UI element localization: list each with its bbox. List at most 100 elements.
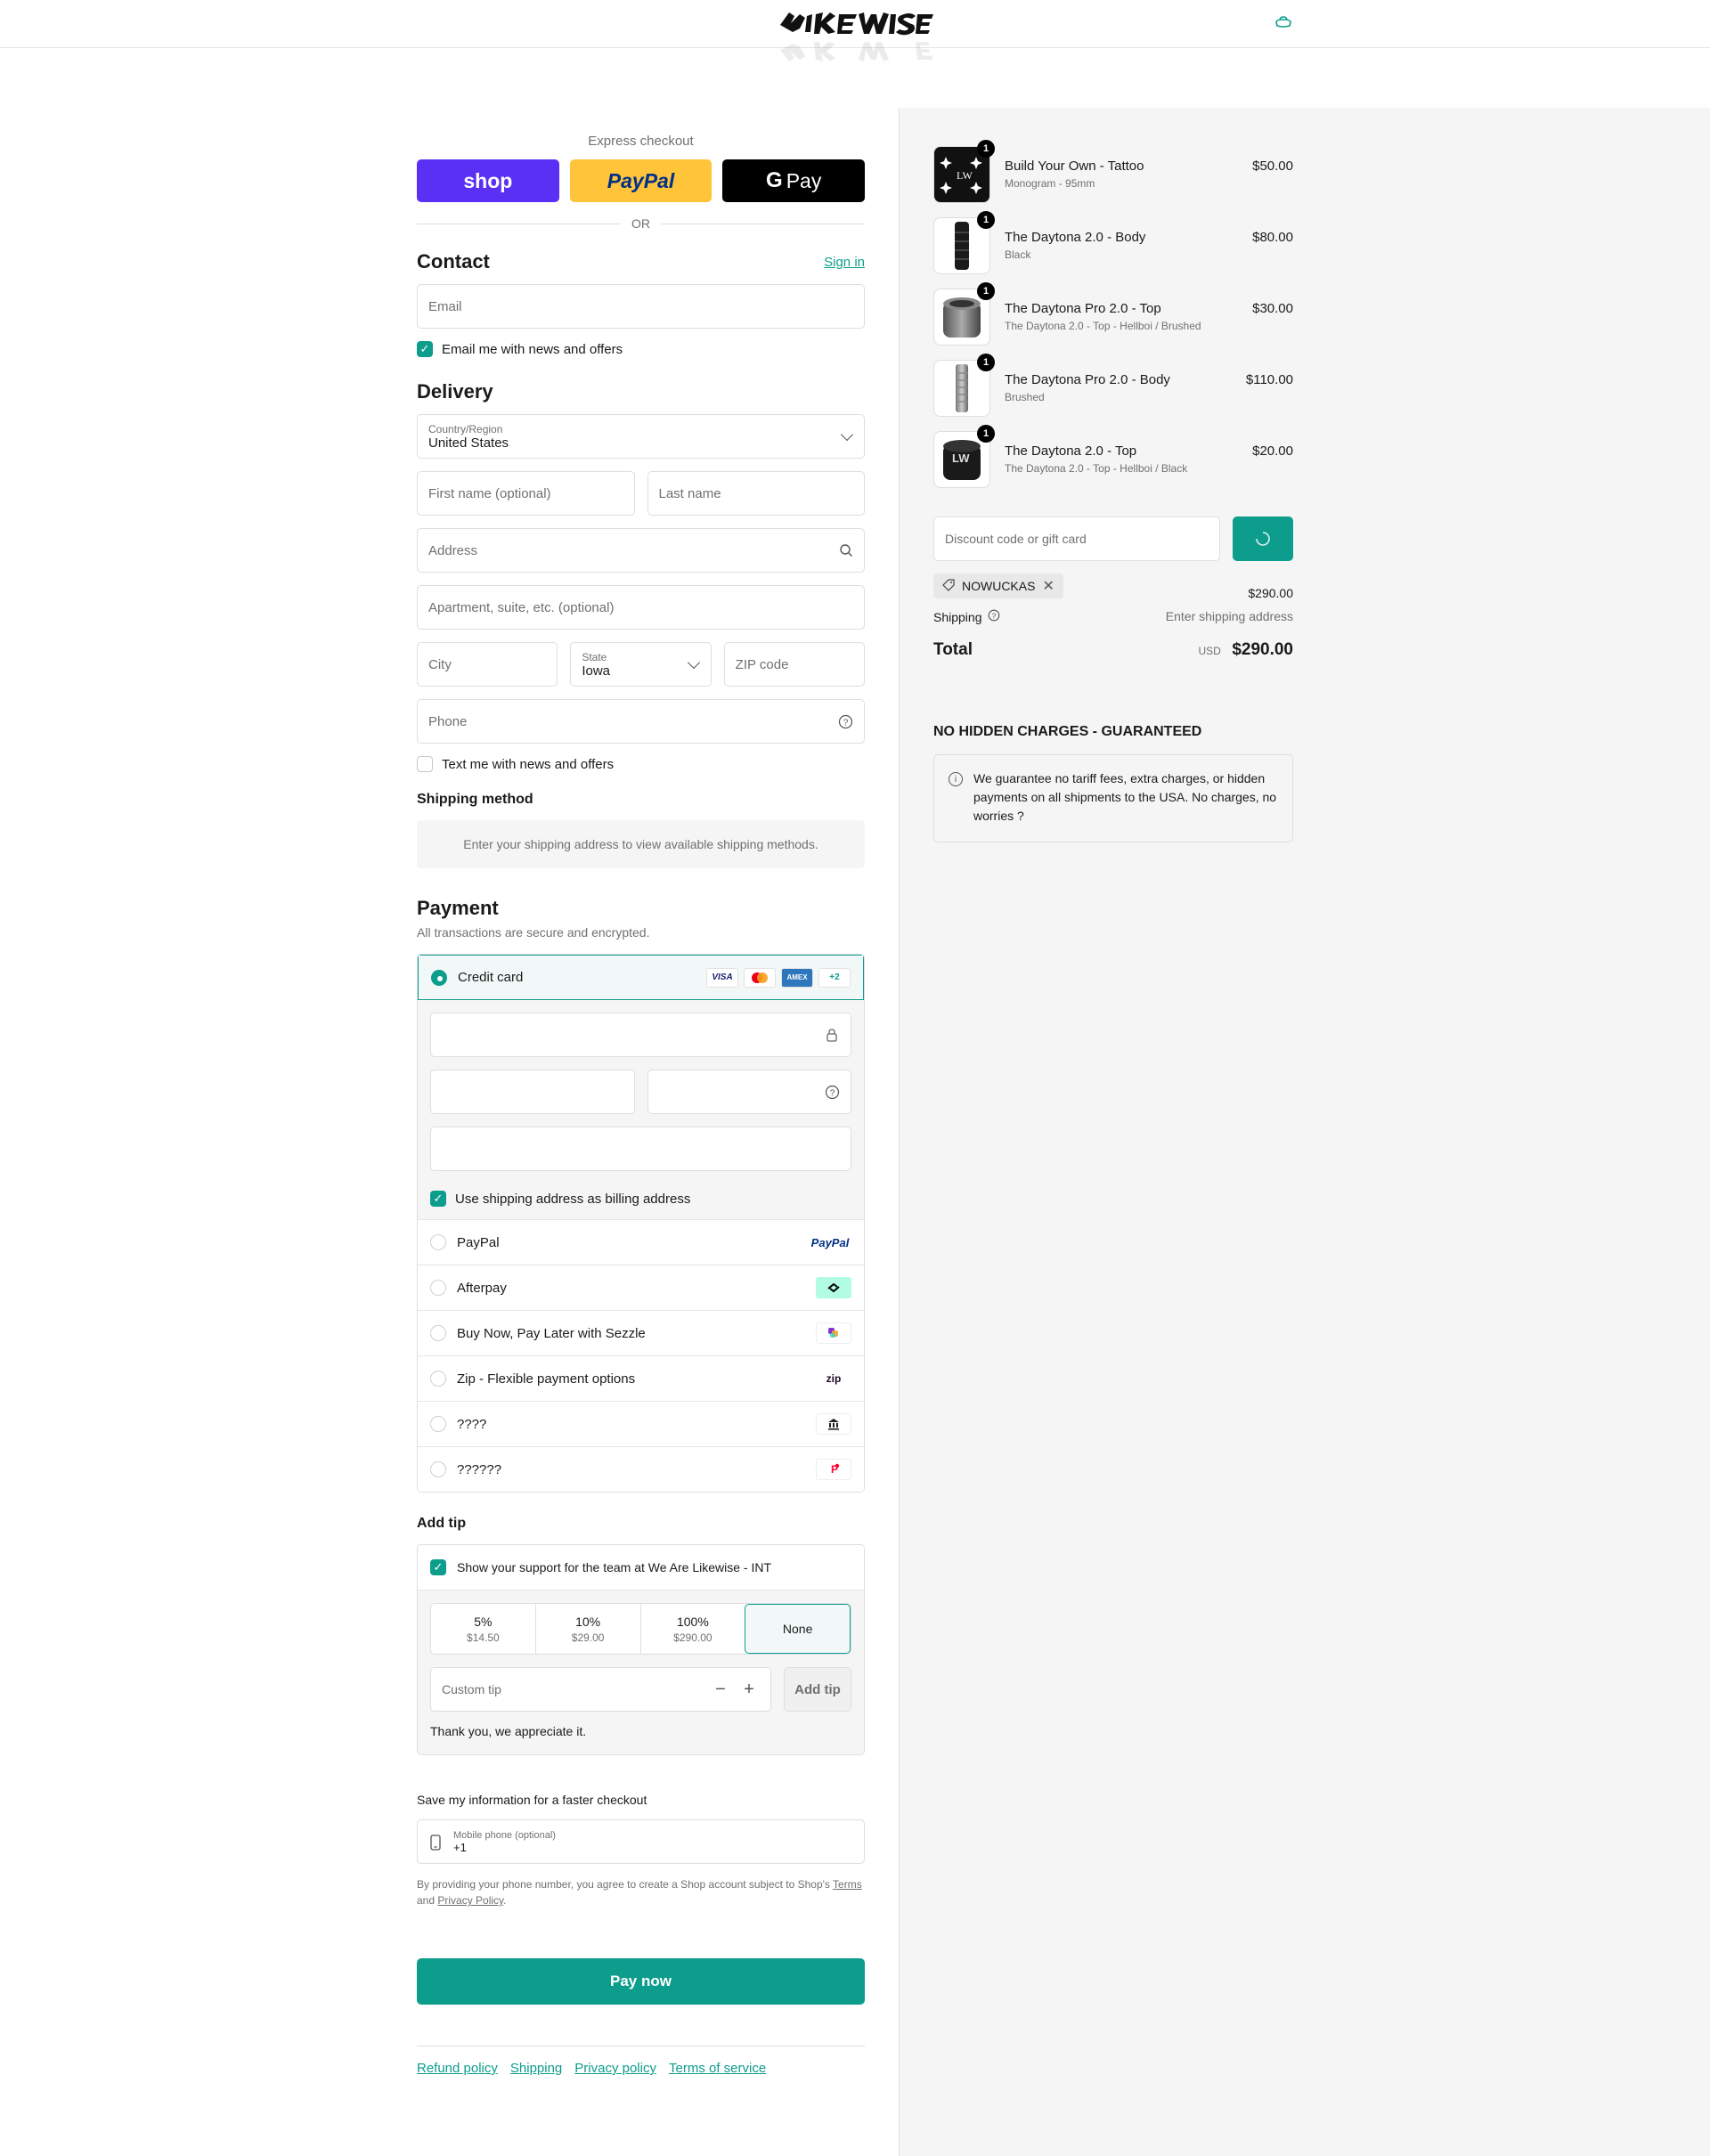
tip-body: 5% $14.50 10% $29.00 100% $290.00 None C… bbox=[418, 1590, 864, 1754]
zip-option[interactable]: Zip - Flexible payment options zip bbox=[418, 1355, 864, 1401]
tip-amount: $14.50 bbox=[467, 1631, 500, 1644]
zip-placeholder: ZIP code bbox=[735, 656, 789, 672]
apply-discount-button[interactable] bbox=[1233, 517, 1293, 561]
mobile-phone-field[interactable]: Mobile phone (optional) +1 bbox=[417, 1819, 865, 1864]
tip-option-10[interactable]: 10% $29.00 bbox=[534, 1604, 640, 1654]
state-value: Iowa bbox=[582, 663, 611, 679]
tip-support-row[interactable]: ✓ Show your support for the team at We A… bbox=[418, 1545, 864, 1590]
last-name-field[interactable]: Last name bbox=[647, 471, 865, 516]
last-name-placeholder: Last name bbox=[658, 485, 721, 501]
email-placeholder: Email bbox=[428, 298, 462, 314]
svg-text:?: ? bbox=[991, 612, 996, 620]
shopping-bag-icon[interactable] bbox=[1274, 14, 1293, 34]
help-icon[interactable]: ? bbox=[825, 1085, 840, 1103]
paypal-radio[interactable] bbox=[430, 1234, 446, 1250]
product-image: 1 bbox=[933, 282, 995, 346]
paypal-option[interactable]: PayPal PayPal bbox=[418, 1219, 864, 1265]
express-checkout-label: Express checkout bbox=[588, 134, 694, 149]
help-icon[interactable]: ? bbox=[988, 609, 1000, 624]
shipping-method-title: Shipping method bbox=[417, 792, 533, 807]
amex-icon: AMEX bbox=[781, 967, 813, 988]
shipping-method-note: Enter your shipping address to view avai… bbox=[417, 820, 865, 868]
card-number-field[interactable] bbox=[430, 1013, 851, 1057]
bank-option[interactable]: ???? bbox=[418, 1401, 864, 1446]
add-tip-title: Add tip bbox=[417, 1516, 467, 1531]
tip-pct: None bbox=[782, 1622, 813, 1636]
lock-icon bbox=[826, 1028, 838, 1045]
tip-thanks: Thank you, we appreciate it. bbox=[430, 1724, 587, 1738]
minus-icon[interactable]: − bbox=[710, 1680, 731, 1700]
pay-now-button[interactable]: Pay now bbox=[417, 1958, 865, 2005]
sezzle-option[interactable]: Buy Now, Pay Later with Sezzle bbox=[418, 1310, 864, 1355]
svg-text:LW: LW bbox=[952, 452, 970, 465]
paypal-label: PayPal bbox=[457, 1234, 500, 1250]
discount-input[interactable]: Discount code or gift card bbox=[933, 517, 1220, 561]
country-select[interactable]: Country/Region United States bbox=[417, 414, 865, 459]
city-field[interactable]: City bbox=[417, 642, 558, 687]
email-news-row[interactable]: ✓ Email me with news and offers bbox=[417, 341, 865, 357]
terms-of-service-link[interactable]: Terms of service bbox=[669, 2061, 766, 2076]
brand-logo[interactable] bbox=[777, 5, 933, 84]
paypay-radio[interactable] bbox=[430, 1461, 446, 1477]
payment-title: Payment bbox=[417, 897, 499, 919]
refund-policy-link[interactable]: Refund policy bbox=[417, 2061, 498, 2076]
payment-methods: Credit card VISA AMEX +2 ? ✓ Use shippin… bbox=[417, 954, 865, 1493]
zip-field[interactable]: ZIP code bbox=[723, 642, 865, 687]
help-icon[interactable]: ? bbox=[838, 714, 853, 733]
subtotal-value: $290.00 bbox=[1248, 586, 1293, 600]
item-variant: Monogram - 95mm bbox=[1005, 177, 1095, 190]
tip-support-checkbox[interactable]: ✓ bbox=[430, 1559, 446, 1575]
apartment-placeholder: Apartment, suite, etc. (optional) bbox=[428, 599, 615, 615]
credit-card-radio[interactable] bbox=[431, 969, 447, 986]
zip-radio[interactable] bbox=[430, 1371, 446, 1387]
shipping-label-wrap: Shipping ? bbox=[933, 609, 1000, 624]
discount-row: Discount code or gift card bbox=[933, 517, 1293, 561]
afterpay-radio[interactable] bbox=[430, 1280, 446, 1296]
billing-same-checkbox[interactable]: ✓ bbox=[430, 1191, 446, 1207]
apartment-field[interactable]: Apartment, suite, etc. (optional) bbox=[417, 585, 865, 630]
privacy-policy-link[interactable]: Privacy policy bbox=[574, 2061, 656, 2076]
tip-option-100[interactable]: 100% $290.00 bbox=[639, 1604, 745, 1654]
item-info: Build Your Own - Tattoo Monogram - 95mm bbox=[1005, 146, 1252, 190]
billing-same-row[interactable]: ✓ Use shipping address as billing addres… bbox=[430, 1184, 851, 1214]
terms-link[interactable]: Terms bbox=[833, 1878, 862, 1891]
card-name-field[interactable] bbox=[430, 1127, 851, 1171]
add-tip-button[interactable]: Add tip bbox=[784, 1667, 851, 1712]
guarantee-text: We guarantee no tariff fees, extra charg… bbox=[973, 771, 1277, 823]
city-placeholder: City bbox=[428, 656, 452, 672]
or-divider: OR bbox=[417, 216, 865, 231]
text-news-label: Text me with news and offers bbox=[442, 756, 615, 772]
sign-in-link[interactable]: Sign in bbox=[824, 255, 865, 270]
fine-and: and bbox=[417, 1894, 436, 1907]
state-select[interactable]: State Iowa bbox=[570, 642, 712, 687]
credit-card-option[interactable]: Credit card VISA AMEX +2 bbox=[418, 955, 864, 1000]
discount-tag: NOWUCKAS ✕ bbox=[933, 574, 1063, 598]
shipping-link[interactable]: Shipping bbox=[510, 2061, 562, 2076]
first-name-placeholder: First name (optional) bbox=[428, 485, 551, 501]
bank-radio[interactable] bbox=[430, 1416, 446, 1432]
address-field[interactable]: Address bbox=[417, 528, 865, 573]
privacy-link[interactable]: Privacy Policy bbox=[437, 1894, 503, 1907]
shop-pay-button[interactable]: shop bbox=[417, 159, 559, 202]
paypal-button[interactable]: PayPal bbox=[569, 159, 712, 202]
text-news-checkbox[interactable] bbox=[417, 756, 433, 772]
text-news-row[interactable]: Text me with news and offers bbox=[417, 756, 865, 772]
custom-tip-input[interactable]: Custom tip − + bbox=[430, 1667, 771, 1712]
checkout-form: Express checkout shop PayPal G Pay OR Co… bbox=[417, 134, 866, 2076]
paypay-option[interactable]: ?????? P bbox=[418, 1446, 864, 1492]
first-name-field[interactable]: First name (optional) bbox=[417, 471, 635, 516]
phone-field[interactable]: Phone ? bbox=[417, 699, 865, 744]
card-cvv-field[interactable]: ? bbox=[647, 1070, 851, 1114]
email-field[interactable]: Email bbox=[417, 284, 865, 329]
afterpay-option[interactable]: Afterpay bbox=[418, 1265, 864, 1310]
tip-option-none[interactable]: None bbox=[745, 1604, 851, 1654]
item-info: The Daytona 2.0 - Top The Daytona 2.0 - … bbox=[1005, 431, 1252, 475]
plus-icon[interactable]: + bbox=[738, 1680, 760, 1700]
tip-option-5[interactable]: 5% $14.50 bbox=[431, 1604, 535, 1654]
close-icon[interactable]: ✕ bbox=[1042, 577, 1054, 595]
card-expiry-field[interactable] bbox=[430, 1070, 635, 1114]
google-pay-button[interactable]: G Pay bbox=[722, 159, 866, 202]
sezzle-radio[interactable] bbox=[430, 1325, 446, 1341]
cart-item: LW 1 Build Your Own - Tattoo Monogram - … bbox=[933, 140, 1293, 217]
email-news-checkbox[interactable]: ✓ bbox=[417, 341, 433, 357]
